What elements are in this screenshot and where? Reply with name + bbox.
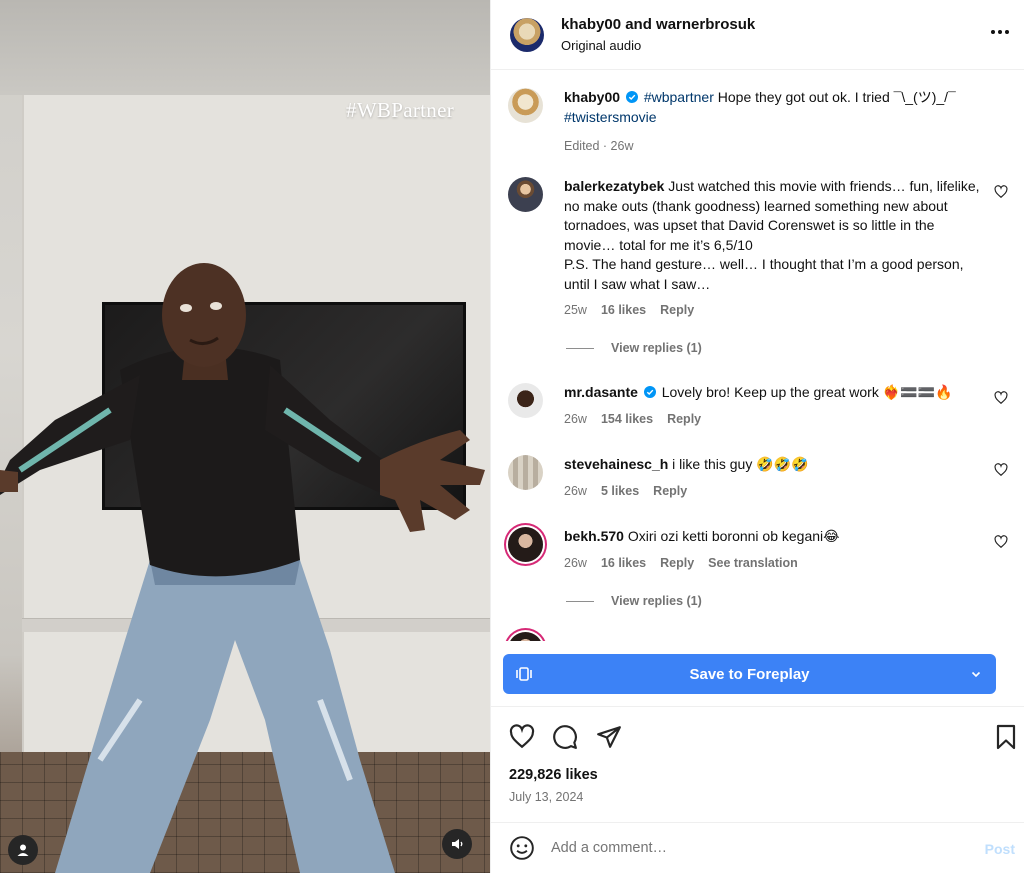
comment-username[interactable]: balerkezatybek — [564, 178, 664, 194]
post-actions-bar — [491, 706, 1024, 766]
comment-text: i like this guy 🤣🤣🤣 — [668, 456, 809, 472]
audio-label[interactable]: Original audio — [561, 38, 755, 53]
caption-hashtag-twistersmovie[interactable]: #twistersmovie — [564, 109, 657, 125]
verified-icon — [643, 386, 656, 398]
caption-avatar[interactable] — [508, 88, 543, 123]
commenter-avatar[interactable] — [508, 455, 543, 490]
comment-time: 25w — [564, 303, 587, 317]
comment-time: 26w — [564, 483, 587, 498]
comment-text: Lovely bro! Keep up the great work ❤️‍🔥🟰… — [657, 384, 953, 400]
comment-likes[interactable]: 5 likes — [601, 482, 639, 502]
comment-likes[interactable]: 16 likes — [601, 301, 646, 321]
post-header: khaby00 and warnerbrosuk Original audio — [491, 0, 1024, 70]
commenter-avatar[interactable] — [508, 177, 543, 212]
save-to-foreplay-button[interactable]: Save to Foreplay — [503, 654, 996, 694]
commenter-avatar[interactable] — [508, 527, 543, 562]
view-replies-label: View replies (1) — [611, 594, 702, 608]
comment-username[interactable]: bekh.570 — [564, 528, 624, 544]
comment-reply-button[interactable]: Reply — [660, 301, 694, 321]
comments-list[interactable]: khaby00 #wbpartner Hope they got out ok.… — [491, 71, 1024, 641]
comment-time: 26w — [564, 555, 587, 570]
reply-line-divider — [566, 600, 594, 602]
comment-text: Oxiri ozi ketti boronni ob kegani😂 — [623, 528, 840, 544]
comment-item: mr.dasante Lovely bro! Keep up the great… — [508, 383, 1008, 429]
comment-input[interactable] — [551, 840, 951, 856]
caption-meta: Edited · 26w — [564, 139, 634, 153]
caption-text: Hope they got out ok. I tried ¯\_(ツ)_/¯ — [713, 89, 956, 105]
like-count[interactable]: 229,826 likes — [509, 767, 598, 783]
view-replies-label: View replies (1) — [611, 341, 702, 355]
share-send-icon[interactable] — [596, 724, 622, 750]
post-date[interactable]: July 13, 2024 — [509, 790, 583, 804]
commenter-avatar[interactable] — [508, 383, 543, 418]
post-authors[interactable]: khaby00 and warnerbrosuk — [561, 16, 755, 33]
reel-video[interactable]: #WBPartner — [0, 0, 490, 873]
verified-icon — [625, 91, 638, 103]
comment-text-ps: P.S. The hand gesture… well… I thought t… — [564, 256, 964, 292]
view-replies-button[interactable]: View replies (1) — [566, 341, 702, 355]
reply-line-divider — [566, 347, 594, 349]
comment-item: balerkezatybek Just watched this movie w… — [508, 177, 1008, 321]
comment-username[interactable]: stevehainesc_h — [564, 456, 668, 472]
comment-username[interactable]: mr.dasante — [564, 384, 638, 400]
save-to-foreplay-label: Save to Foreplay — [689, 665, 810, 683]
post-comment-button[interactable]: Post — [985, 841, 1015, 857]
comment-like-heart-icon[interactable] — [994, 463, 1008, 477]
comment-reply-button[interactable]: Reply — [660, 554, 694, 574]
comment-like-heart-icon[interactable] — [994, 185, 1008, 199]
comment-likes[interactable]: 16 likes — [601, 554, 646, 574]
caption-hashtag-wbpartner[interactable]: #wbpartner — [644, 89, 714, 105]
comment-time: 26w — [564, 411, 587, 426]
add-comment-bar: Post — [491, 822, 1024, 873]
comment-item: bekh.570 Oxiri ozi ketti boronni ob kega… — [508, 527, 1008, 573]
author-avatar[interactable] — [510, 17, 544, 52]
dancing-person-illustration — [0, 263, 485, 873]
save-extension-icon — [516, 667, 532, 681]
more-options-icon[interactable] — [988, 22, 1012, 42]
chevron-down-icon[interactable] — [970, 668, 982, 680]
post-details-panel: khaby00 and warnerbrosuk Original audio … — [490, 0, 1024, 873]
commenter-avatar-partial[interactable] — [508, 632, 543, 641]
comment-like-heart-icon[interactable] — [994, 535, 1008, 549]
see-translation-button[interactable]: See translation — [708, 554, 798, 574]
view-replies-button[interactable]: View replies (1) — [566, 594, 702, 608]
like-heart-icon[interactable] — [509, 724, 535, 750]
user-icon — [17, 844, 29, 856]
save-bookmark-icon[interactable] — [995, 724, 1017, 750]
comment-reply-button[interactable]: Reply — [667, 410, 701, 430]
comment-reply-button[interactable]: Reply — [653, 482, 687, 502]
comment-like-heart-icon[interactable] — [994, 391, 1008, 405]
speaker-icon — [452, 839, 463, 849]
comment-item: stevehainesc_h i like this guy 🤣🤣🤣 26w 5… — [508, 455, 1008, 501]
post-caption: khaby00 #wbpartner Hope they got out ok.… — [508, 88, 1008, 157]
comment-bubble-icon[interactable] — [552, 724, 578, 750]
caption-username[interactable]: khaby00 — [564, 89, 620, 105]
emoji-icon[interactable] — [509, 835, 535, 861]
tagged-users-button[interactable] — [8, 835, 38, 865]
comment-likes[interactable]: 154 likes — [601, 410, 653, 430]
wbpartner-watermark: #WBPartner — [346, 98, 454, 122]
audio-toggle-button[interactable] — [442, 829, 472, 859]
